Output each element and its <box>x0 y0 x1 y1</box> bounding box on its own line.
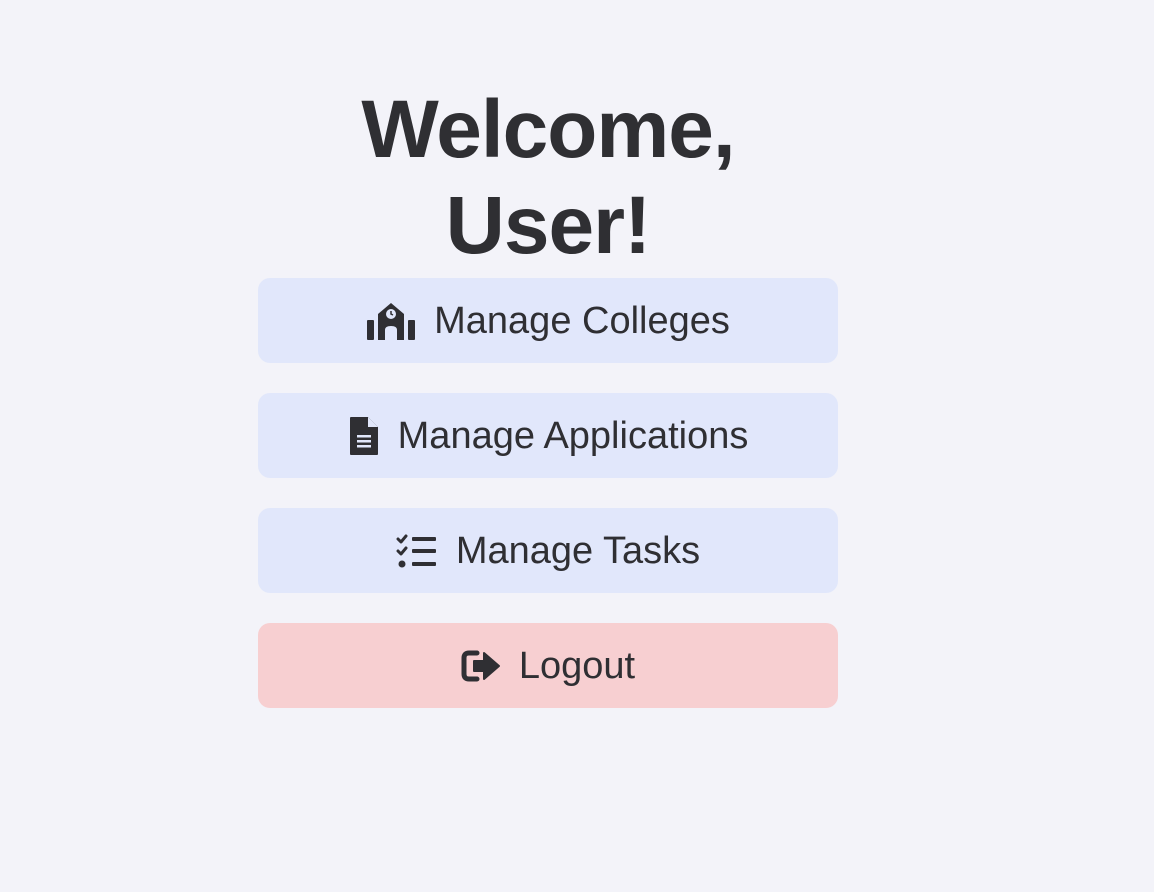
manage-colleges-label: Manage Colleges <box>434 299 730 342</box>
page-title: Welcome, User! <box>361 84 735 271</box>
manage-applications-button[interactable]: Manage Applications <box>258 393 838 478</box>
manage-tasks-label: Manage Tasks <box>455 529 701 572</box>
manage-applications-label: Manage Applications <box>397 414 749 457</box>
school-icon <box>366 300 416 342</box>
manage-colleges-button[interactable]: Manage Colleges <box>258 278 838 363</box>
tasks-list-icon <box>396 533 438 569</box>
menu: Manage Colleges Manage Applications Mana… <box>258 278 838 738</box>
file-icon <box>348 415 380 457</box>
logout-icon <box>461 649 501 683</box>
logout-button[interactable]: Logout <box>258 623 838 708</box>
manage-tasks-button[interactable]: Manage Tasks <box>258 508 838 593</box>
dashboard-page: Welcome, User! Manage Colleges Manage Ap… <box>0 0 1154 892</box>
logout-label: Logout <box>518 644 636 687</box>
